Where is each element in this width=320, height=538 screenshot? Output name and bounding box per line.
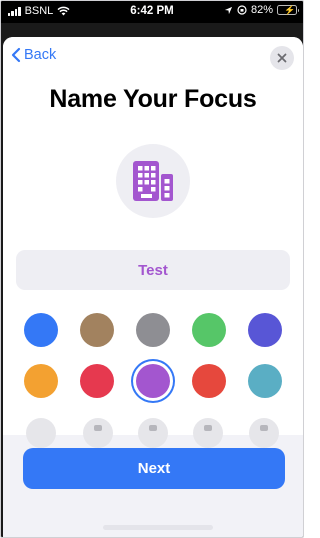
- focus-name-input[interactable]: [16, 261, 290, 279]
- back-button[interactable]: Back: [11, 47, 56, 63]
- color-swatch[interactable]: [136, 364, 170, 398]
- glyph-option[interactable]: [249, 418, 279, 448]
- focus-icon-preview[interactable]: [116, 144, 190, 218]
- glyph-option[interactable]: [26, 418, 56, 448]
- color-swatch[interactable]: [136, 313, 170, 347]
- building-icon: [133, 161, 173, 201]
- phone-screen: BSNL 6:42 PM 82% ⚡ Back Name Your Focus …: [0, 0, 304, 538]
- battery-percent: 82%: [250, 4, 273, 16]
- status-bar: BSNL 6:42 PM 82% ⚡: [1, 1, 303, 23]
- back-label: Back: [24, 47, 57, 63]
- charging-bolt-icon: ⚡: [284, 5, 296, 15]
- next-button[interactable]: Next: [23, 448, 285, 489]
- status-right: 82% ⚡: [224, 4, 299, 16]
- orientation-lock-icon: [237, 5, 247, 15]
- color-swatch[interactable]: [248, 313, 282, 347]
- color-swatch[interactable]: [248, 364, 282, 398]
- focus-name-field[interactable]: [16, 250, 290, 290]
- color-swatch[interactable]: [192, 313, 226, 347]
- glyph-option[interactable]: [138, 418, 168, 448]
- location-icon: [224, 6, 233, 14]
- color-swatch[interactable]: [192, 364, 226, 398]
- color-swatch[interactable]: [80, 364, 114, 398]
- color-swatch[interactable]: [80, 313, 114, 347]
- color-swatch[interactable]: [24, 364, 58, 398]
- glyph-option[interactable]: [193, 418, 223, 448]
- color-swatch[interactable]: [24, 313, 58, 347]
- glyph-option[interactable]: [83, 418, 113, 448]
- battery-icon: ⚡: [277, 5, 299, 15]
- close-button[interactable]: [270, 46, 294, 70]
- home-indicator: [103, 525, 213, 530]
- focus-setup-sheet: Back Name Your Focus Test Next: [3, 37, 303, 537]
- close-icon: [277, 53, 287, 63]
- page-title: Name Your Focus: [49, 85, 257, 113]
- chevron-left-icon: [11, 47, 21, 63]
